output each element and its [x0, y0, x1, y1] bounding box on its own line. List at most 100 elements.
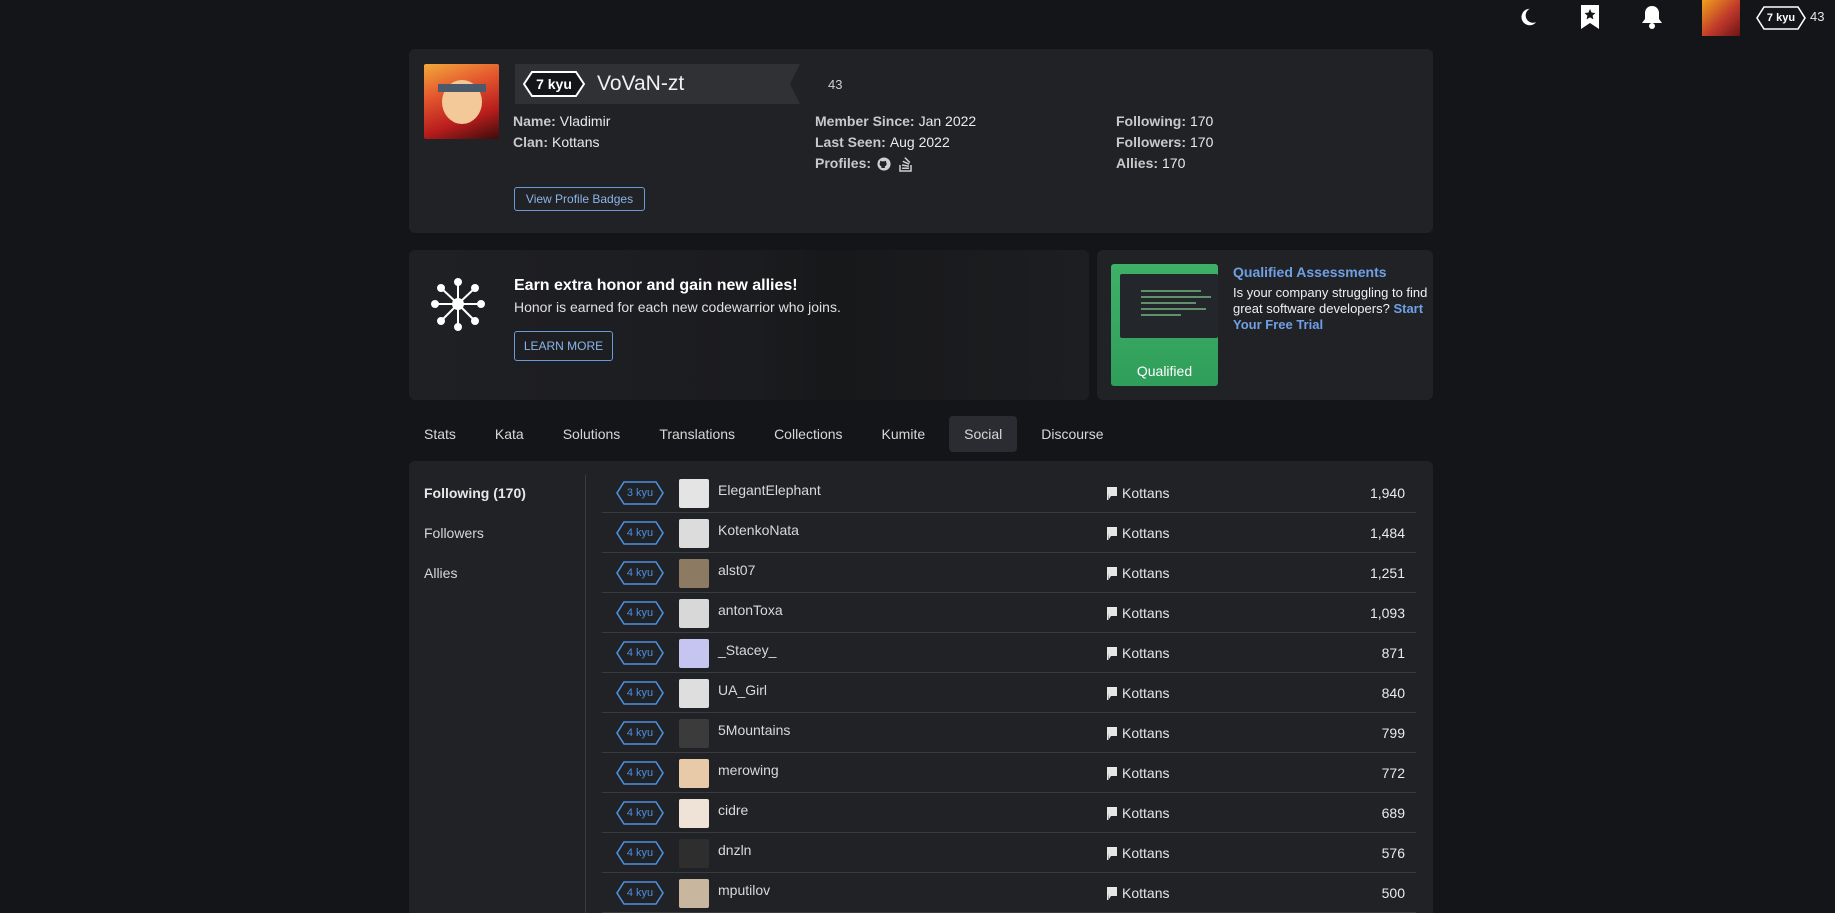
profile-info-middle: Member Since: Jan 2022 Last Seen: Aug 2022… — [815, 111, 976, 174]
user-honor: 1,940 — [1369, 485, 1405, 501]
user-avatar[interactable] — [679, 479, 709, 508]
member-since-value: Jan 2022 — [918, 113, 977, 129]
user-rank-text: 4 kyu — [626, 847, 654, 859]
user-avatar[interactable] — [679, 839, 709, 868]
user-rank-text: 4 kyu — [626, 687, 654, 699]
user-name-link[interactable]: KotenkoNata — [718, 522, 799, 538]
user-avatar[interactable] — [679, 759, 709, 788]
qualified-thumbnail[interactable]: Qualified — [1111, 264, 1218, 386]
user-honor: 500 — [1381, 885, 1405, 901]
notifications-bell-icon[interactable] — [1640, 4, 1664, 30]
user-name-link[interactable]: ElegantElephant — [718, 482, 821, 498]
table-row: 4 kyu UA_Girl Kottans 840 — [602, 673, 1416, 713]
user-name-link[interactable]: 5Mountains — [718, 722, 790, 738]
user-name-link[interactable]: alst07 — [718, 562, 755, 578]
user-clan: Kottans — [1122, 845, 1170, 861]
nav-followers[interactable]: Followers — [424, 525, 484, 541]
top-rank-text: 7 kyu — [1766, 12, 1796, 24]
user-rank-text: 4 kyu — [626, 647, 654, 659]
user-rank-badge: 4 kyu — [616, 601, 664, 625]
allies-value: 170 — [1162, 155, 1186, 171]
profile-username: VoVaN-zt — [597, 72, 685, 95]
following-value: 170 — [1189, 113, 1214, 129]
bookmark-star-icon[interactable] — [1578, 4, 1602, 30]
tab-collections[interactable]: Collections — [759, 416, 857, 452]
user-name-link[interactable]: UA_Girl — [718, 682, 767, 698]
user-honor: 689 — [1381, 805, 1405, 821]
user-rank-text: 4 kyu — [626, 567, 654, 579]
followers-value: 170 — [1190, 134, 1214, 150]
dark-mode-moon-icon[interactable] — [1516, 4, 1540, 30]
nav-allies[interactable]: Allies — [424, 565, 457, 581]
profile-info-left: Name: Vladimir Clan: Kottans — [513, 111, 610, 153]
profile-card: 7 kyu VoVaN-zt 43 Name: Vladimir Clan: Kot… — [409, 49, 1433, 233]
top-rank-badge: 7 kyu — [1756, 6, 1806, 30]
tab-translations[interactable]: Translations — [644, 416, 750, 452]
user-avatar[interactable] — [1702, 0, 1740, 36]
user-name-link[interactable]: antonToxa — [718, 602, 783, 618]
user-avatar[interactable] — [679, 639, 709, 668]
user-rank-text: 4 kyu — [626, 527, 654, 539]
clan-flag-icon — [1106, 846, 1118, 860]
user-avatar[interactable] — [679, 599, 709, 628]
user-honor: 871 — [1381, 645, 1405, 661]
user-avatar[interactable] — [679, 879, 709, 908]
user-clan: Kottans — [1122, 565, 1170, 581]
qualified-ad-card: Qualified Qualified Assessments Is your … — [1097, 250, 1433, 400]
stackoverflow-icon[interactable] — [899, 156, 913, 172]
user-clan: Kottans — [1122, 605, 1170, 621]
table-row: 4 kyu KotenkoNata Kottans 1,484 — [602, 513, 1416, 553]
tab-stats[interactable]: Stats — [409, 416, 471, 452]
user-honor: 772 — [1381, 765, 1405, 781]
user-avatar[interactable] — [679, 559, 709, 588]
view-profile-badges-button[interactable]: View Profile Badges — [514, 187, 645, 211]
clan-value: Kottans — [552, 134, 600, 150]
qualified-title-link[interactable]: Qualified Assessments — [1233, 264, 1387, 280]
name-label: Name: — [513, 113, 556, 129]
tab-kata[interactable]: Kata — [480, 416, 539, 452]
learn-more-button[interactable]: LEARN MORE — [514, 331, 613, 361]
github-icon[interactable] — [877, 156, 891, 171]
user-rank-badge: 4 kyu — [616, 521, 664, 545]
qualified-text: Is your company struggling to find great… — [1233, 285, 1428, 333]
referral-promo-card: Earn extra honor and gain new allies! Ho… — [409, 250, 1089, 400]
user-clan: Kottans — [1122, 765, 1170, 781]
user-honor: 840 — [1381, 685, 1405, 701]
tab-kumite[interactable]: Kumite — [867, 416, 941, 452]
tab-solutions[interactable]: Solutions — [548, 416, 636, 452]
user-avatar[interactable] — [679, 679, 709, 708]
user-honor: 1,093 — [1369, 605, 1405, 621]
username-plate: 7 kyu VoVaN-zt — [515, 64, 815, 104]
profile-rank-text: 7 kyu — [536, 76, 572, 92]
nav-following[interactable]: Following (170) — [424, 485, 526, 501]
clan-flag-icon — [1106, 806, 1118, 820]
user-clan: Kottans — [1122, 725, 1170, 741]
table-row: 4 kyu alst07 Kottans 1,251 — [602, 553, 1416, 593]
user-name-link[interactable]: dnzln — [718, 842, 751, 858]
promo-title: Earn extra honor and gain new allies! — [514, 277, 798, 294]
user-honor: 1,251 — [1369, 565, 1405, 581]
user-name-link[interactable]: merowing — [718, 762, 779, 778]
user-honor: 1,484 — [1369, 525, 1405, 541]
tab-discourse[interactable]: Discourse — [1026, 416, 1118, 452]
table-row: 4 kyu mputilov Kottans 500 — [602, 873, 1416, 913]
user-name-link[interactable]: _Stacey_ — [718, 642, 776, 658]
table-row: 4 kyu cidre Kottans 689 — [602, 793, 1416, 833]
tab-social[interactable]: Social — [949, 416, 1018, 452]
network-starburst-icon — [431, 277, 485, 331]
user-avatar[interactable] — [679, 719, 709, 748]
user-avatar[interactable] — [679, 519, 709, 548]
last-seen-label: Last Seen: — [815, 134, 886, 150]
profiles-label: Profiles: — [815, 155, 872, 171]
clan-label: Clan: — [513, 134, 548, 150]
table-row: 3 kyu ElegantElephant Kottans 1,940 — [602, 473, 1416, 513]
social-panel: Following (170) Followers Allies 3 kyu El… — [409, 461, 1433, 913]
user-rank-badge: 4 kyu — [616, 841, 664, 865]
user-clan: Kottans — [1122, 685, 1170, 701]
user-name-link[interactable]: mputilov — [718, 882, 770, 898]
user-rank-badge: 4 kyu — [616, 681, 664, 705]
user-avatar[interactable] — [679, 799, 709, 828]
user-rank-text: 4 kyu — [626, 807, 654, 819]
profile-honor: 43 — [828, 77, 843, 92]
user-name-link[interactable]: cidre — [718, 802, 748, 818]
